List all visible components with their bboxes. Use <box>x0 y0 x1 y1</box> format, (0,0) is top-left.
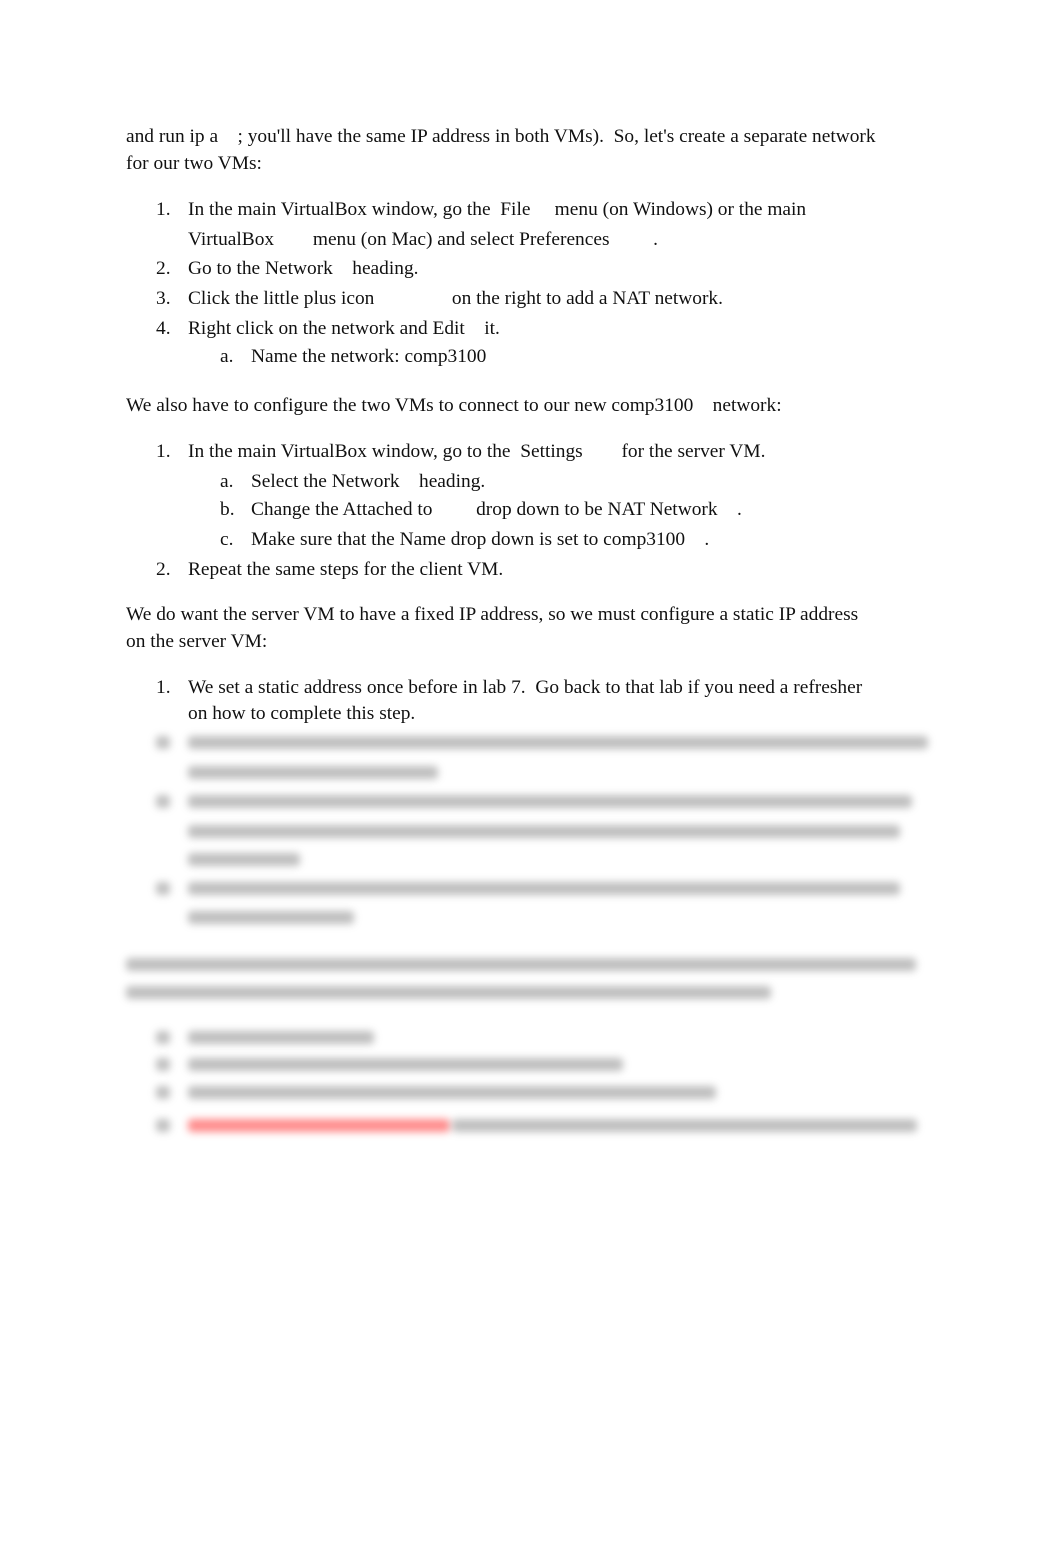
list-item-text: We set a static address once before in l… <box>188 677 863 698</box>
blurred-line <box>188 853 300 866</box>
blurred-line <box>126 958 916 971</box>
blurred-line <box>156 882 170 895</box>
blurred-line <box>156 795 170 808</box>
list-item-text: In the main VirtualBox window, go the Fi… <box>188 199 807 220</box>
list-number: 3. <box>156 288 171 309</box>
blurred-highlight <box>188 1119 450 1132</box>
sublist-letter: a. <box>220 346 234 367</box>
list-number: 1. <box>156 441 171 462</box>
list-number: 2. <box>156 258 171 279</box>
list-number: 2. <box>156 559 171 580</box>
sublist-letter: c. <box>220 529 234 550</box>
paragraph-3-line-2: on the server VM: <box>126 631 268 652</box>
intro-line-2: for our two VMs: <box>126 153 262 174</box>
blurred-line <box>156 736 170 749</box>
blurred-line <box>126 986 771 999</box>
list-number: 1. <box>156 677 171 698</box>
list-number: 1. <box>156 199 171 220</box>
blurred-line <box>188 795 912 808</box>
list-item-text: In the main VirtualBox window, go to the… <box>188 441 766 462</box>
blurred-line <box>188 736 928 749</box>
blurred-line <box>156 1058 170 1071</box>
blurred-line <box>156 1086 170 1099</box>
blurred-line <box>188 1086 716 1099</box>
blurred-line <box>188 766 438 779</box>
blurred-line <box>188 882 900 895</box>
sublist-item-text: Select the Network heading. <box>251 471 486 492</box>
list-item-text: Right click on the network and Edit it. <box>188 318 500 339</box>
blurred-line <box>188 1058 623 1071</box>
sublist-item-text: Change the Attached to drop down to be N… <box>251 499 742 520</box>
sublist-item-text: Name the network: comp3100 <box>251 346 487 367</box>
blurred-line <box>188 1031 374 1044</box>
blurred-line <box>452 1119 917 1132</box>
list-item-text: Click the little plus icon on the right … <box>188 288 723 309</box>
sublist-letter: a. <box>220 471 234 492</box>
intro-line-1: and run ip a ; you'll have the same IP a… <box>126 126 876 147</box>
list-item-text: Go to the Network heading. <box>188 258 419 279</box>
list-item-text: on how to complete this step. <box>188 703 416 724</box>
paragraph-2: We also have to configure the two VMs to… <box>126 395 782 416</box>
blurred-line <box>156 1119 170 1132</box>
paragraph-3-line-1: We do want the server VM to have a fixed… <box>126 604 859 625</box>
list-item-text: VirtualBox menu (on Mac) and select Pref… <box>188 229 658 250</box>
sublist-item-text: Make sure that the Name drop down is set… <box>251 529 710 550</box>
blurred-line <box>188 911 354 924</box>
list-number: 4. <box>156 318 171 339</box>
sublist-letter: b. <box>220 499 235 520</box>
blurred-line <box>156 1031 170 1044</box>
list-item-text: Repeat the same steps for the client VM. <box>188 559 504 580</box>
blurred-line <box>188 825 900 838</box>
